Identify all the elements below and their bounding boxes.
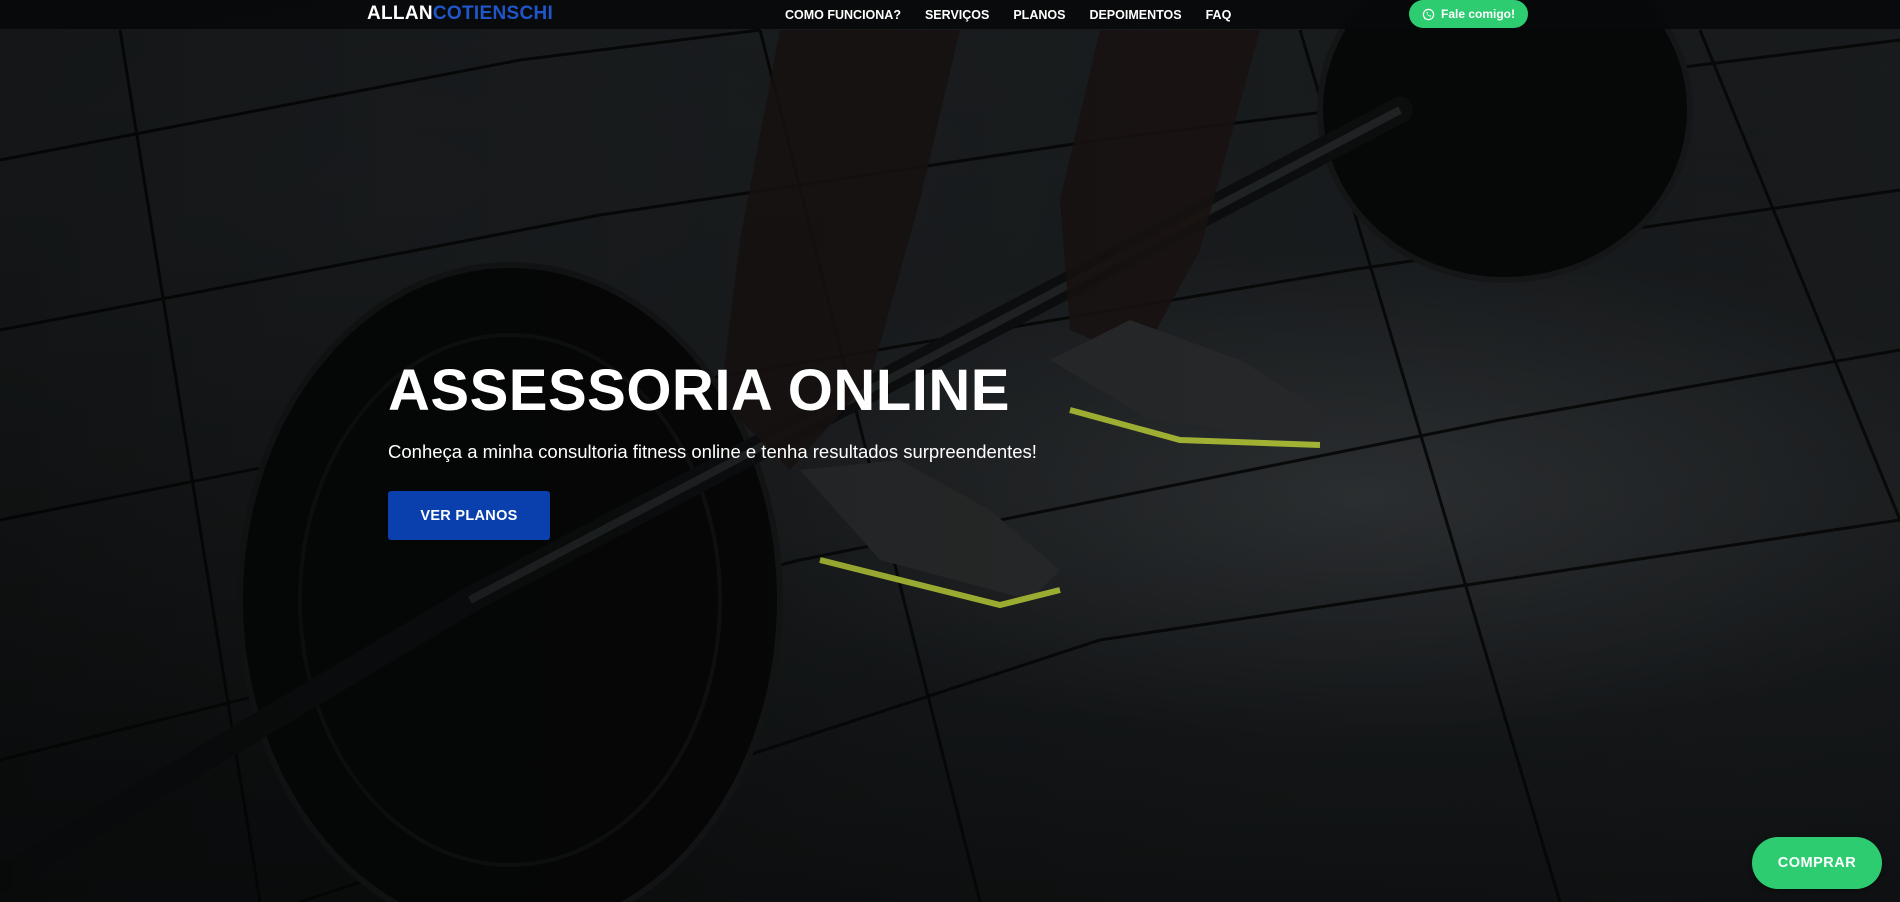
see-plans-button[interactable]: VER PLANOS: [388, 491, 550, 540]
logo-first-name: ALLAN: [367, 3, 433, 24]
page: ALLANCOTIENSCHI COMO FUNCIONA? SERVIÇOS …: [0, 0, 1900, 902]
site-logo[interactable]: ALLANCOTIENSCHI: [367, 2, 553, 26]
nav-link-depoimentos[interactable]: DEPOIMENTOS: [1089, 8, 1181, 22]
hero-subtitle: Conheça a minha consultoria fitness onli…: [388, 441, 1037, 462]
whatsapp-contact-button[interactable]: Fale comigo!: [1409, 0, 1528, 28]
nav-link-como-funciona[interactable]: COMO FUNCIONA?: [785, 8, 901, 22]
nav-link-servicos[interactable]: SERVIÇOS: [925, 8, 989, 22]
main-nav: COMO FUNCIONA? SERVIÇOS PLANOS DEPOIMENT…: [785, 0, 1255, 29]
hero-section: ASSESSORIA ONLINE Conheça a minha consul…: [388, 356, 1037, 540]
whatsapp-button-label: Fale comigo!: [1440, 7, 1515, 21]
buy-button[interactable]: COMPRAR: [1752, 837, 1882, 889]
logo-last-name: COTIENSCHI: [432, 3, 554, 24]
nav-link-faq[interactable]: FAQ: [1206, 8, 1232, 22]
nav-link-planos[interactable]: PLANOS: [1013, 8, 1065, 22]
top-navigation-bar: ALLANCOTIENSCHI COMO FUNCIONA? SERVIÇOS …: [0, 0, 1900, 29]
hero-title: ASSESSORIA ONLINE: [388, 358, 1010, 423]
whatsapp-icon: [1422, 8, 1435, 20]
